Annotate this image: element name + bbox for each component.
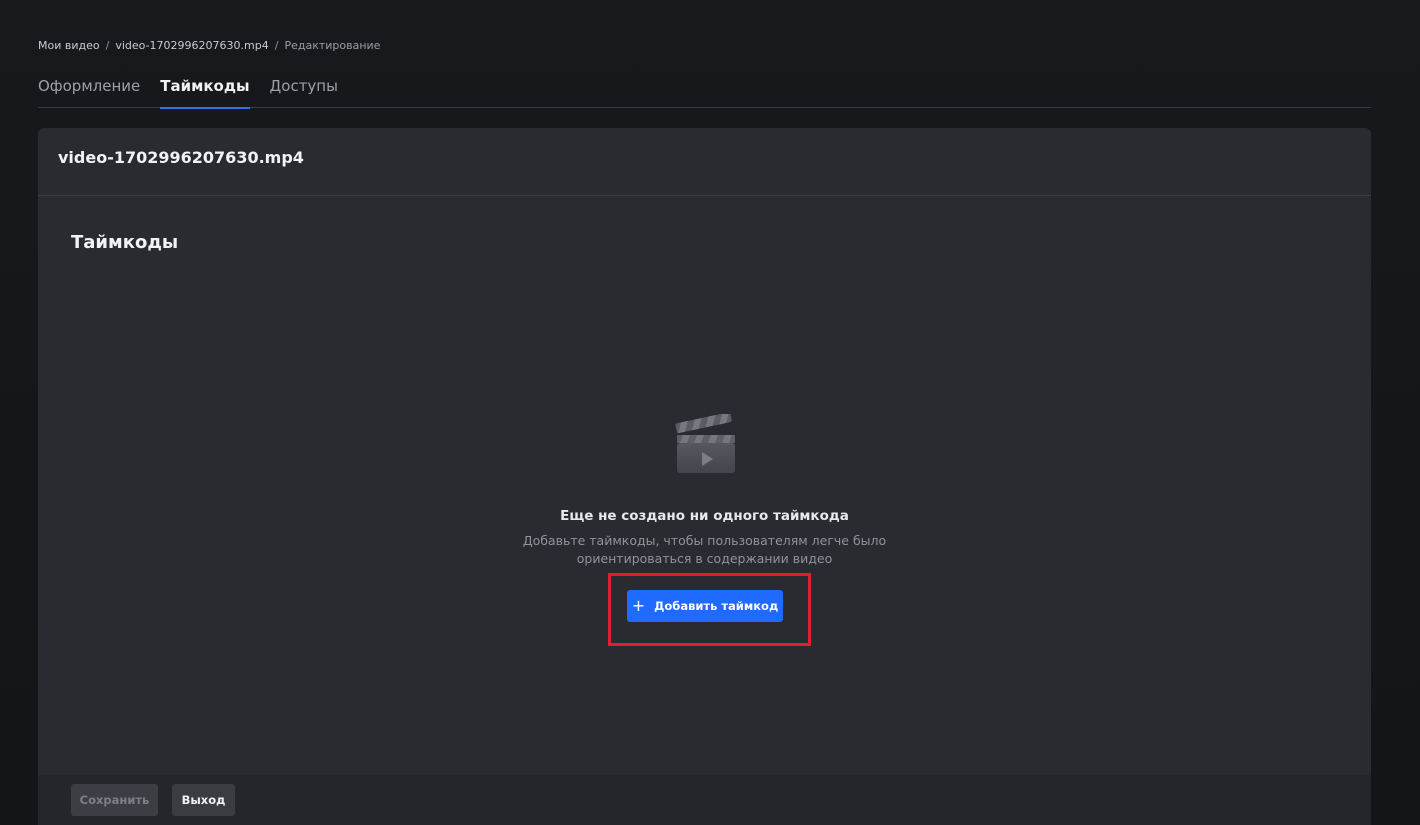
clapperboard-play-icon [675,414,735,473]
empty-state: Еще не создано ни одного таймкода Добавь… [38,414,1371,568]
add-timecode-label: Добавить таймкод [654,599,779,613]
plus-icon: + [631,595,646,615]
video-title: video-1702996207630.mp4 [58,147,304,167]
breadcrumb-my-videos[interactable]: Мои видео [38,39,100,52]
tab-access[interactable]: Доступы [270,70,338,108]
breadcrumb-current-page: Редактирование [284,38,381,52]
add-timecode-button[interactable]: + Добавить таймкод [627,590,783,622]
breadcrumb-separator: / [105,38,110,52]
breadcrumb-separator: / [274,38,279,52]
save-button[interactable]: Сохранить [71,784,158,816]
timecodes-card: video-1702996207630.mp4 Таймкоды Еще не … [38,128,1371,825]
page: Мои видео / video-1702996207630.mp4 / Ре… [0,0,1420,825]
tab-design[interactable]: Оформление [38,70,140,108]
exit-button[interactable]: Выход [172,784,235,816]
card-header: video-1702996207630.mp4 [38,128,1371,196]
tab-bar: Оформление Таймкоды Доступы [38,70,1371,109]
card-footer: Сохранить Выход [38,775,1371,825]
breadcrumb-video-file[interactable]: video-1702996207630.mp4 [115,39,268,52]
breadcrumb: Мои видео / video-1702996207630.mp4 / Ре… [38,37,380,53]
section-title: Таймкоды [71,232,179,253]
empty-state-description: Добавьте таймкоды, чтобы пользователям л… [522,533,887,566]
tab-timecodes[interactable]: Таймкоды [160,70,250,109]
empty-state-title: Еще не создано ни одного таймкода [560,508,849,524]
